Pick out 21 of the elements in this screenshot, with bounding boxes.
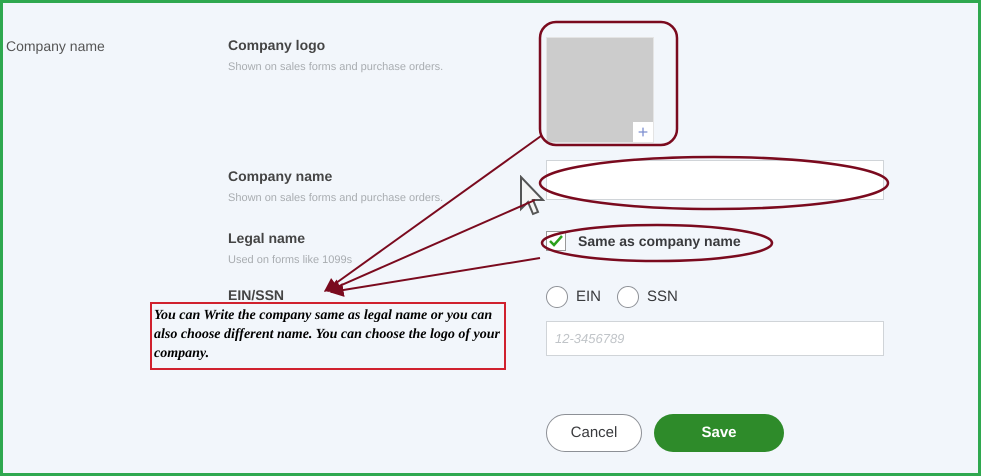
logo-upload-box[interactable]: + — [546, 37, 654, 143]
add-logo-icon[interactable]: + — [633, 122, 653, 142]
cancel-button[interactable]: Cancel — [546, 414, 642, 452]
field-hint: Shown on sales forms and purchase orders. — [228, 60, 444, 75]
field-title: Legal name — [228, 229, 306, 248]
radio-button[interactable] — [546, 286, 568, 308]
mouse-cursor-icon — [519, 175, 545, 217]
field-title: EIN/SSN — [228, 287, 284, 303]
company-name-input[interactable] — [546, 160, 884, 200]
field-hint: Shown on sales forms and purchase orders. — [228, 191, 444, 206]
radio-label: SSN — [647, 287, 678, 307]
radio-label: EIN — [576, 287, 602, 307]
save-button[interactable]: Save — [654, 414, 784, 452]
annotation-note: You can Write the company same as legal name or you can also choose different name. You can choose the logo of your company. — [150, 302, 506, 370]
checkbox-label: Same as company name — [578, 232, 741, 251]
field-title: Company logo — [228, 36, 326, 55]
field-title: Company name — [228, 167, 334, 186]
radio-button[interactable] — [617, 286, 640, 308]
section-label: Company name — [6, 38, 105, 54]
field-hint: Used on forms like 1099s — [228, 253, 354, 268]
tax-id-input[interactable]: 12-3456789 — [546, 320, 884, 356]
